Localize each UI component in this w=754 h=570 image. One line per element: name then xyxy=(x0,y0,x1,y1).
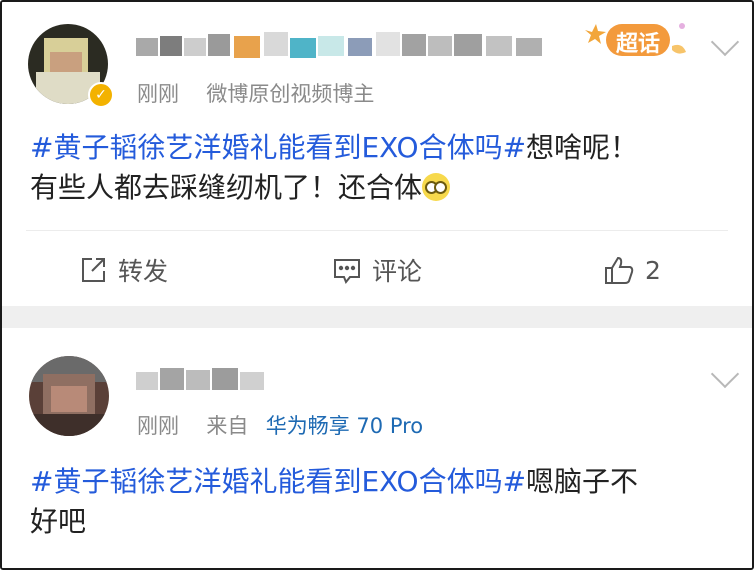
comment-button[interactable]: 评论 xyxy=(332,252,422,288)
device-link[interactable]: 华为畅享 70 Pro xyxy=(266,414,423,438)
post-text-line1: 想啥呢！ xyxy=(526,131,639,164)
username-blurred[interactable] xyxy=(136,28,546,62)
source-label: 微博原创视频博主 xyxy=(206,82,375,106)
repost-button[interactable]: 转发 xyxy=(78,252,168,288)
chevron-down-icon[interactable] xyxy=(710,359,740,389)
wide-eyed-emoji-icon xyxy=(422,173,451,201)
chevron-down-icon[interactable] xyxy=(710,27,740,57)
verified-badge-icon: ✓ xyxy=(88,82,114,108)
timestamp: 刚刚 xyxy=(137,82,179,106)
like-button[interactable]: 2 xyxy=(603,252,661,288)
repost-icon xyxy=(82,258,105,282)
comment-label: 评论 xyxy=(372,257,423,286)
post-text-line2: 好吧 xyxy=(30,505,87,538)
topic-link[interactable]: #黄子韬徐艺洋婚礼能看到EXO合体吗# xyxy=(30,465,526,498)
post-text-line1: 嗯脑子不 xyxy=(526,465,639,498)
post-meta: 刚刚 微博原创视频博主 xyxy=(137,78,374,108)
username-blurred[interactable] xyxy=(136,364,276,394)
post-text-line2: 有些人都去踩缝纫机了！还合体 xyxy=(30,171,423,204)
topic-link[interactable]: #黄子韬徐艺洋婚礼能看到EXO合体吗# xyxy=(30,131,526,164)
thumbs-up-icon xyxy=(605,256,634,284)
post-card: ✓ 超话 刚刚 微博原创视频博主 #黄子韬徐艺洋婚礼能看到EXO合体吗#想啥呢！… xyxy=(2,2,752,306)
source-prefix: 来自 xyxy=(206,414,249,438)
post-meta: 刚刚 来自 华为畅享 70 Pro xyxy=(137,410,423,440)
divider xyxy=(26,230,728,231)
post-text: #黄子韬徐艺洋婚礼能看到EXO合体吗#想啥呢！ 有些人都去踩缝纫机了！还合体 xyxy=(30,128,730,208)
comment-icon xyxy=(334,259,360,284)
post-separator xyxy=(2,306,752,328)
super-topic-label: 超话 xyxy=(616,32,661,57)
timestamp: 刚刚 xyxy=(137,414,179,438)
post-text: #黄子韬徐艺洋婚礼能看到EXO合体吗#嗯脑子不 好吧 xyxy=(30,462,730,542)
repost-label: 转发 xyxy=(118,257,169,286)
super-topic-badge[interactable]: 超话 xyxy=(584,16,696,62)
post-card: 刚刚 来自 华为畅享 70 Pro #黄子韬徐艺洋婚礼能看到EXO合体吗#嗯脑子… xyxy=(2,328,752,568)
avatar[interactable] xyxy=(29,356,109,436)
like-count: 2 xyxy=(645,255,661,285)
feed: ✓ 超话 刚刚 微博原创视频博主 #黄子韬徐艺洋婚礼能看到EXO合体吗#想啥呢！… xyxy=(0,0,754,570)
